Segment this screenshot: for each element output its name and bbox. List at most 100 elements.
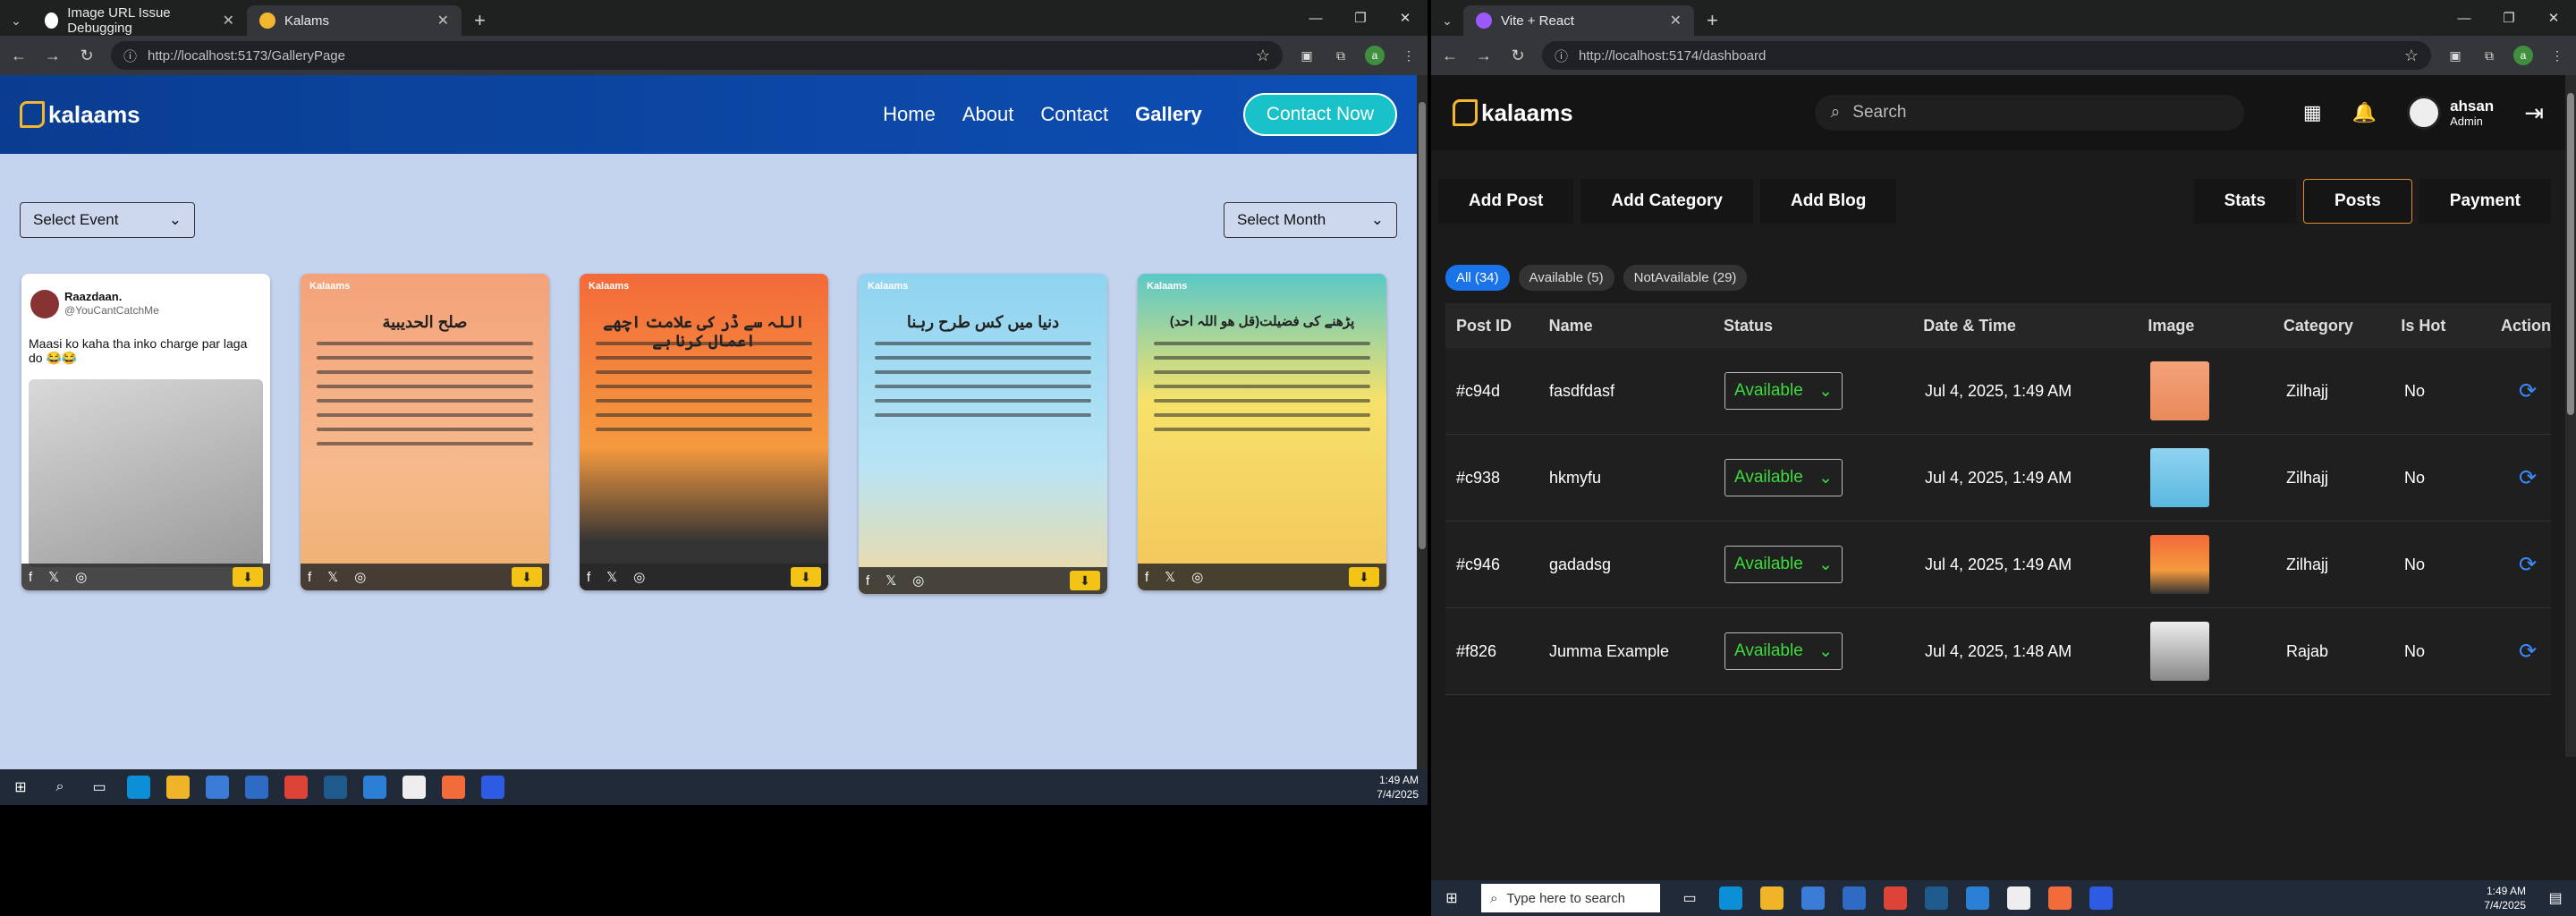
status-select[interactable]: Available ⌄ xyxy=(1724,459,1843,496)
x-icon[interactable]: 𝕏 xyxy=(886,572,896,589)
scrollbar-thumb[interactable] xyxy=(2567,93,2574,415)
nav-gallery[interactable]: Gallery xyxy=(1135,103,1202,126)
postman-icon[interactable] xyxy=(2048,886,2072,910)
reload-icon[interactable]: ↻ xyxy=(1508,47,1528,65)
instagram-icon[interactable]: ◎ xyxy=(354,569,366,585)
dashboard-search[interactable]: ⌕ Search xyxy=(1814,95,2244,131)
bookmark-star-icon[interactable]: ☆ xyxy=(2404,47,2419,65)
refresh-icon[interactable]: ⟳ xyxy=(2504,465,2551,491)
mail-icon[interactable] xyxy=(245,776,268,799)
gallery-card[interactable]: Kalaams (قل ھو اللہ احد)پڑھنے کی فضیلت f… xyxy=(1138,274,1386,590)
search-icon[interactable]: ⌕ xyxy=(48,776,72,799)
app-icon[interactable] xyxy=(324,776,347,799)
contact-now-button[interactable]: Contact Now xyxy=(1242,93,1397,136)
edge-icon[interactable] xyxy=(127,776,150,799)
select-event[interactable]: Select Event ⌄ xyxy=(20,202,195,238)
taskbar-clock[interactable]: 1:49 AM 7/4/2025 xyxy=(2484,884,2526,912)
file-explorer-icon[interactable] xyxy=(166,776,190,799)
gallery-card[interactable]: Raazdaan. @YouCantCatchMe Maasi ko kaha … xyxy=(21,274,270,590)
site-logo[interactable]: kalaams xyxy=(20,101,140,129)
page-scrollbar[interactable] xyxy=(1417,75,1428,769)
zoom-icon[interactable] xyxy=(481,776,504,799)
minimize-icon[interactable]: — xyxy=(2442,0,2487,36)
grid-icon[interactable]: ▦ xyxy=(2303,101,2322,124)
instagram-icon[interactable]: ◎ xyxy=(912,572,924,589)
instagram-icon[interactable]: ◎ xyxy=(75,569,87,585)
post-thumbnail[interactable] xyxy=(2150,622,2209,681)
logout-icon[interactable]: ⇥ xyxy=(2524,99,2544,127)
new-tab-icon[interactable]: + xyxy=(1694,5,1731,36)
vscode-icon[interactable] xyxy=(1966,886,1989,910)
filter-not-available[interactable]: NotAvailable (29) xyxy=(1623,265,1748,291)
forward-icon[interactable]: → xyxy=(43,47,63,65)
store-icon[interactable] xyxy=(206,776,229,799)
app-icon[interactable] xyxy=(402,776,426,799)
filter-all[interactable]: All (34) xyxy=(1445,265,1510,291)
windows-start-icon[interactable]: ⊞ xyxy=(1440,886,1463,910)
maximize-icon[interactable]: ❐ xyxy=(1338,0,1383,36)
stats-tab[interactable]: Stats xyxy=(2193,179,2297,224)
windows-start-icon[interactable]: ⊞ xyxy=(9,776,32,799)
task-view-icon[interactable]: ▭ xyxy=(1678,886,1701,910)
page-scrollbar[interactable] xyxy=(2565,75,2576,757)
postman-icon[interactable] xyxy=(442,776,465,799)
add-post-button[interactable]: Add Post xyxy=(1438,179,1574,224)
puzzle-icon[interactable]: ⧉ xyxy=(2479,46,2499,65)
post-thumbnail[interactable] xyxy=(2150,535,2209,594)
posts-tab[interactable]: Posts xyxy=(2303,179,2412,224)
close-tab-icon[interactable]: ✕ xyxy=(1670,12,1682,30)
status-select[interactable]: Available ⌄ xyxy=(1724,372,1843,410)
facebook-icon[interactable]: f xyxy=(29,570,32,585)
x-icon[interactable]: 𝕏 xyxy=(606,569,617,585)
gallery-card[interactable]: Kalaams صلح الحديبية f 𝕏 ◎ ⬇ xyxy=(301,274,549,590)
forward-icon[interactable]: → xyxy=(1474,47,1494,65)
x-icon[interactable]: 𝕏 xyxy=(1165,569,1175,585)
refresh-icon[interactable]: ⟳ xyxy=(2504,378,2551,404)
tab-search-icon[interactable]: ⌄ xyxy=(1431,5,1463,36)
nav-contact[interactable]: Contact xyxy=(1040,103,1108,126)
close-window-icon[interactable]: ✕ xyxy=(2531,0,2576,36)
facebook-icon[interactable]: f xyxy=(866,573,869,589)
refresh-icon[interactable]: ⟳ xyxy=(2504,552,2551,578)
instagram-icon[interactable]: ◎ xyxy=(1191,569,1203,585)
app-icon[interactable] xyxy=(1925,886,1948,910)
tab-kalams[interactable]: Kalams ✕ xyxy=(247,5,462,36)
close-window-icon[interactable]: ✕ xyxy=(1383,0,1428,36)
site-info-icon[interactable]: ⓘ xyxy=(1555,47,1568,65)
post-thumbnail[interactable] xyxy=(2150,361,2209,420)
download-icon[interactable]: ⬇ xyxy=(233,567,263,587)
app-icon[interactable] xyxy=(2007,886,2030,910)
payment-tab[interactable]: Payment xyxy=(2419,179,2551,224)
taskbar-search[interactable]: ⌕ Type here to search xyxy=(1481,884,1660,912)
maximize-icon[interactable]: ❐ xyxy=(2487,0,2531,36)
nav-about[interactable]: About xyxy=(962,103,1014,126)
address-bar[interactable]: ⓘ http://localhost:5173/GalleryPage ☆ xyxy=(111,41,1283,70)
refresh-icon[interactable]: ⟳ xyxy=(2504,639,2551,665)
download-icon[interactable]: ⬇ xyxy=(512,567,542,587)
nav-home[interactable]: Home xyxy=(883,103,936,126)
file-explorer-icon[interactable] xyxy=(1760,886,1784,910)
add-category-button[interactable]: Add Category xyxy=(1580,179,1753,224)
edge-icon[interactable] xyxy=(1719,886,1742,910)
vscode-icon[interactable] xyxy=(363,776,386,799)
post-thumbnail[interactable] xyxy=(2150,448,2209,507)
bell-icon[interactable]: 🔔 xyxy=(2352,101,2377,124)
close-tab-icon[interactable]: ✕ xyxy=(437,12,449,30)
profile-avatar[interactable]: a xyxy=(1365,46,1385,65)
gallery-card[interactable]: Kalaams دنیا میں کس طرح رہنا f 𝕏 ◎ ⬇ xyxy=(859,274,1107,594)
chrome-icon[interactable] xyxy=(1884,886,1907,910)
add-blog-button[interactable]: Add Blog xyxy=(1759,179,1897,224)
user-menu[interactable]: ahsan Admin xyxy=(2407,96,2494,130)
x-icon[interactable]: 𝕏 xyxy=(48,569,59,585)
new-tab-icon[interactable]: + xyxy=(462,5,498,36)
select-month[interactable]: Select Month ⌄ xyxy=(1224,202,1397,238)
tab-search-icon[interactable]: ⌄ xyxy=(0,5,32,36)
profile-avatar[interactable]: a xyxy=(2513,46,2533,65)
back-icon[interactable]: ← xyxy=(9,47,29,65)
mail-icon[interactable] xyxy=(1843,886,1866,910)
extension-icon[interactable]: ▣ xyxy=(2445,46,2465,65)
site-info-icon[interactable]: ⓘ xyxy=(123,47,137,65)
puzzle-icon[interactable]: ⧉ xyxy=(1331,46,1351,65)
minimize-icon[interactable]: — xyxy=(1293,0,1338,36)
zoom-icon[interactable] xyxy=(2089,886,2113,910)
